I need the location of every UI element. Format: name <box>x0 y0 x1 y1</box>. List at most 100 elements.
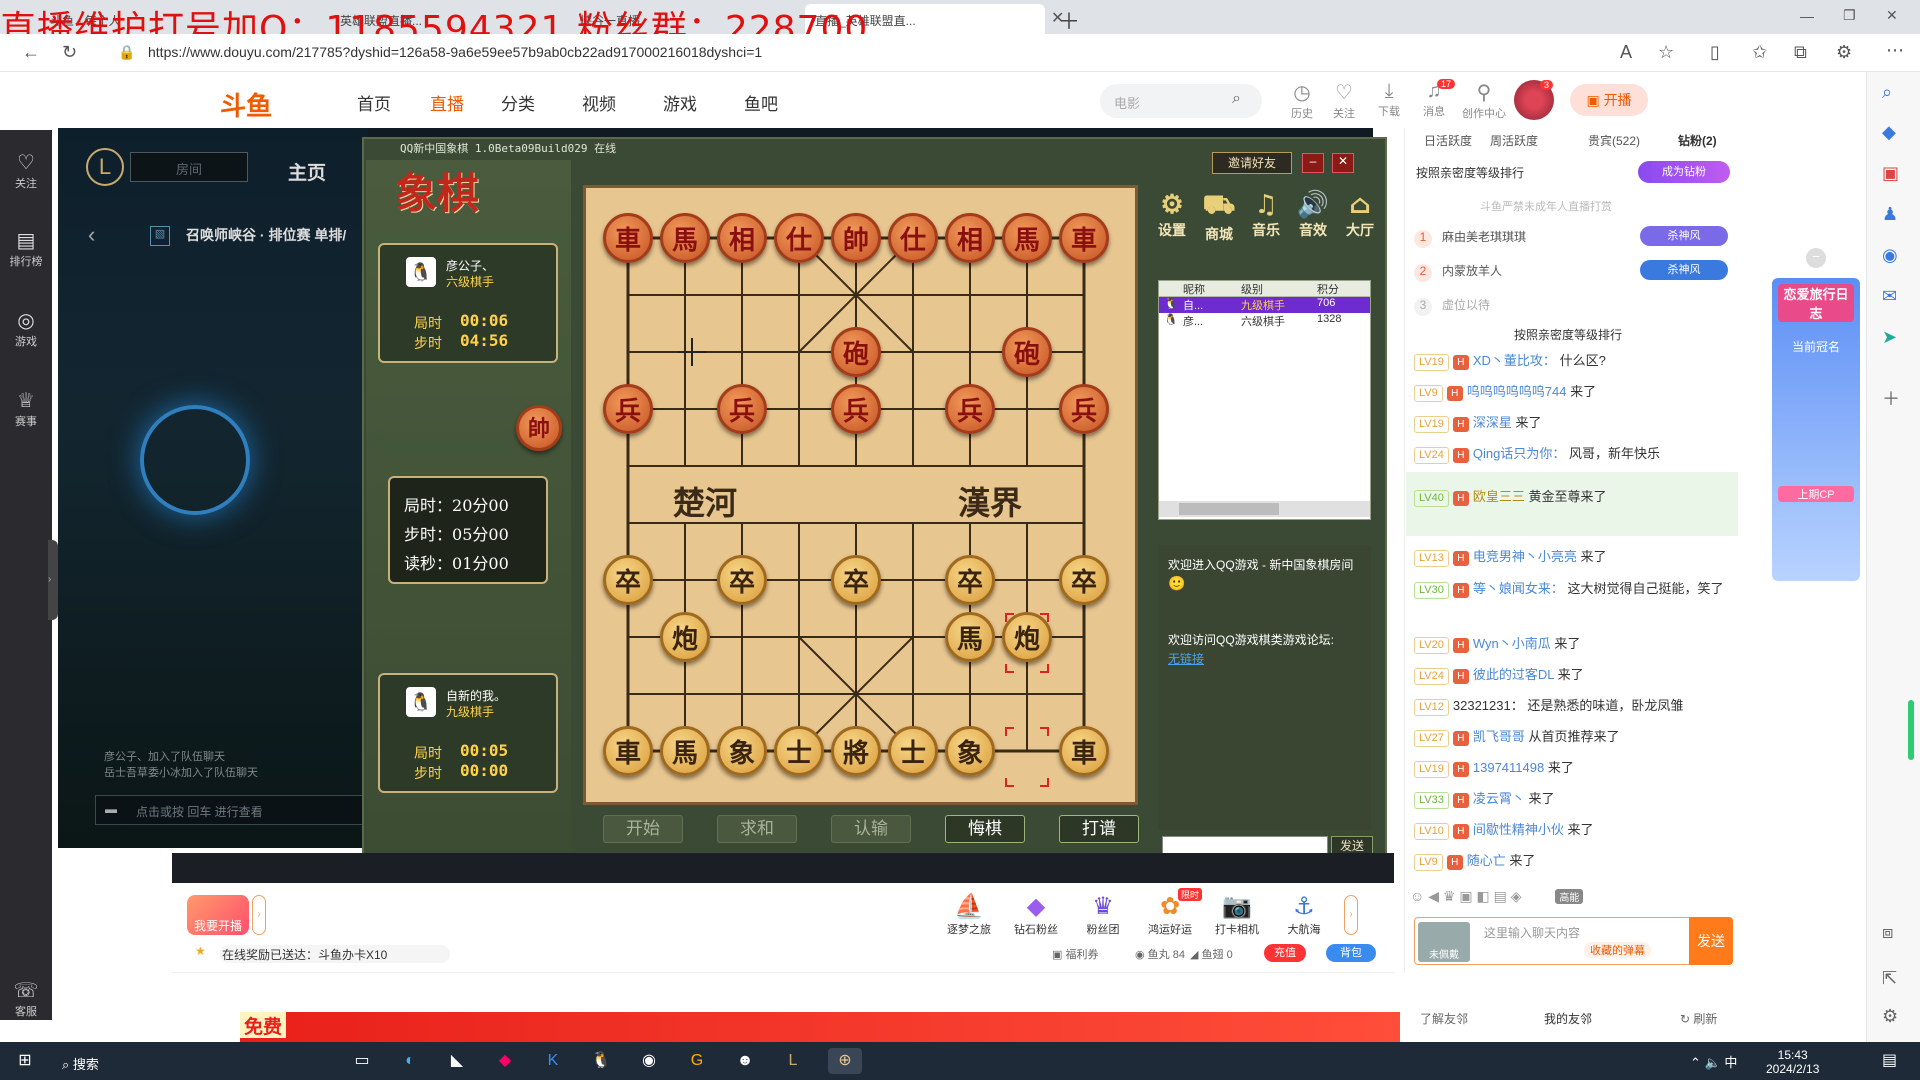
become-diamond-button[interactable]: 成为钻粉 <box>1638 161 1730 183</box>
kugou-icon[interactable]: K <box>536 1048 570 1074</box>
gift-item[interactable]: ⚓ 大航海 <box>1275 892 1333 937</box>
app-icon[interactable]: G <box>680 1048 714 1074</box>
sidebar-item-follow[interactable]: ♡ 关注 <box>0 150 52 191</box>
nav-category[interactable]: 分类 <box>501 90 535 115</box>
more-icon[interactable]: ⋯ <box>1886 40 1904 61</box>
my-friends-tab[interactable]: 我的友邻 <box>1544 1010 1592 1027</box>
sidebar-item-service[interactable]: ☏ 客服 <box>0 978 52 1019</box>
task-view-icon[interactable]: ▭ <box>345 1048 379 1074</box>
draw-button[interactable]: 求和 <box>717 815 797 843</box>
download-button[interactable]: ⤓ 下载 <box>1372 80 1406 119</box>
hd-button[interactable]: 高能 <box>1555 889 1584 904</box>
red-pawn[interactable]: 兵 <box>831 384 881 434</box>
edge-icon[interactable]: ◐ <box>393 1048 427 1074</box>
settings-icon[interactable]: ⚙ <box>1882 1006 1898 1027</box>
backpack-button[interactable]: 背包 <box>1326 944 1376 962</box>
taskbar-search[interactable]: ⌕ 搜索 <box>50 1048 330 1076</box>
black-horse-moved[interactable]: 馬 <box>945 612 995 662</box>
promo-banner[interactable] <box>240 1012 1400 1042</box>
lol-home-tab[interactable]: 主页 <box>288 158 326 185</box>
red-advisor[interactable]: 仕 <box>888 213 938 263</box>
chat-send-button[interactable]: 发送 <box>1689 917 1733 965</box>
add-icon[interactable]: ＋ <box>1882 385 1900 411</box>
tab-daily[interactable]: 日活跃度 <box>1424 132 1472 149</box>
split-screen-icon[interactable]: ▯ <box>1710 42 1720 63</box>
red-horse[interactable]: 馬 <box>660 213 710 263</box>
screenshot-icon[interactable]: ⧈ <box>1882 922 1893 943</box>
read-aloud-icon[interactable]: A <box>1620 42 1632 63</box>
red-elephant[interactable]: 相 <box>945 213 995 263</box>
sidebar-item-rank[interactable]: ▤ 排行榜 <box>0 228 52 269</box>
app-icon[interactable]: ◉ <box>632 1048 666 1074</box>
expand-chevron-icon[interactable]: › <box>252 895 266 935</box>
collections-icon[interactable]: ⧉ <box>1794 42 1807 63</box>
red-chariot[interactable]: 車 <box>1059 213 1109 263</box>
black-elephant[interactable]: 象 <box>717 726 767 776</box>
black-pawn[interactable]: 卒 <box>831 555 881 605</box>
history-button[interactable]: ◷ 历史 <box>1285 80 1319 121</box>
red-cannon[interactable]: 砲 <box>1002 327 1052 377</box>
saved-barrage-button[interactable]: 收藏的弹幕 <box>1584 942 1651 958</box>
black-pawn[interactable]: 卒 <box>717 555 767 605</box>
creator-center-button[interactable]: ⚲ 创作中心 <box>1462 80 1506 121</box>
black-pawn[interactable]: 卒 <box>1059 555 1109 605</box>
favorites-icon[interactable]: ✩ <box>1752 42 1767 63</box>
sound-tool[interactable]: 🔊 音效 <box>1291 190 1335 240</box>
barrage-icon[interactable]: ▤ <box>1494 888 1507 904</box>
sidebar-collapse-handle[interactable]: › <box>48 540 58 620</box>
gift-item[interactable]: ♛ 粉丝团 <box>1074 892 1132 937</box>
scrollbar-thumb[interactable] <box>1179 503 1279 515</box>
games-icon[interactable]: ♟ <box>1882 204 1898 225</box>
app-icon[interactable]: ◆ <box>488 1048 522 1074</box>
minimize-icon[interactable]: – <box>1302 153 1324 173</box>
outlook-icon[interactable]: ✉ <box>1882 286 1897 307</box>
black-advisor[interactable]: 士 <box>774 726 824 776</box>
rank-row[interactable]: 2 内蒙放羊人 <box>1414 262 1502 282</box>
black-chariot[interactable]: 車 <box>603 726 653 776</box>
gift-item[interactable]: 📷 打卡相机 <box>1208 892 1266 937</box>
sidebar-item-esports[interactable]: ♕ 赛事 <box>0 388 52 429</box>
back-icon[interactable]: ← <box>22 42 40 63</box>
table-row[interactable]: 🐧 彦... 六级棋手 1328 <box>1159 313 1370 329</box>
start-button[interactable]: 开始 <box>603 815 683 843</box>
red-general[interactable]: 帥 <box>831 213 881 263</box>
chat-input[interactable]: 这里输入聊天内容 <box>1484 924 1580 941</box>
reload-icon[interactable]: ↻ <box>62 42 77 63</box>
side-ad-banner[interactable] <box>1772 278 1860 581</box>
black-advisor[interactable]: 士 <box>888 726 938 776</box>
tab-diamond[interactable]: 钻粉(2) <box>1678 132 1717 149</box>
shop-tool[interactable]: ⛟ 商城 <box>1197 190 1241 244</box>
send-icon[interactable]: ➤ <box>1882 327 1897 348</box>
shield-icon[interactable]: ◈ <box>1511 888 1522 904</box>
red-cannon[interactable]: 砲 <box>831 327 881 377</box>
nav-game[interactable]: 游戏 <box>663 90 697 115</box>
red-pawn[interactable]: 兵 <box>945 384 995 434</box>
table-row[interactable]: 🐧 自... 九级棋手 706 <box>1159 297 1370 313</box>
black-cannon[interactable]: 炮 <box>1002 612 1052 662</box>
badge-icon[interactable]: ▣ <box>1459 888 1472 904</box>
minimize-icon[interactable]: — <box>1800 8 1814 24</box>
window-close-icon[interactable]: ✕ <box>1886 7 1898 24</box>
black-pawn[interactable]: 卒 <box>603 555 653 605</box>
copilot-icon[interactable]: ◉ <box>1882 245 1898 266</box>
welfare-link[interactable]: ▣ 福利券 <box>1052 946 1098 962</box>
url-text[interactable]: https://www.douyu.com/217785?dyshid=126a… <box>148 44 762 60</box>
fan-badge-button[interactable]: 未佩戴 <box>1418 922 1470 962</box>
friends-learn-link[interactable]: 了解友邻 <box>1420 1010 1468 1027</box>
follow-button[interactable]: ♡ 关注 <box>1327 80 1361 121</box>
fan-icon[interactable]: ◧ <box>1476 888 1489 904</box>
start-live-promo-button[interactable]: 我要开播 <box>187 895 249 935</box>
plus-icon[interactable]: ＋ <box>1058 4 1080 36</box>
tray-icons[interactable]: ⌃ 🔈 中 <box>1690 1052 1737 1071</box>
music-tool[interactable]: ♫ 音乐 <box>1244 190 1288 240</box>
app-icon[interactable]: ☻ <box>728 1048 762 1074</box>
black-general[interactable]: 將 <box>831 726 881 776</box>
nav-home[interactable]: 首页 <box>357 90 391 115</box>
lol-icon[interactable]: L <box>776 1048 810 1074</box>
nav-yuba[interactable]: 鱼吧 <box>744 90 778 115</box>
app-icon[interactable]: ◣ <box>440 1048 474 1074</box>
black-cannon[interactable]: 炮 <box>660 612 710 662</box>
record-button[interactable]: 打谱 <box>1059 815 1139 843</box>
red-pawn[interactable]: 兵 <box>603 384 653 434</box>
close-icon[interactable]: ✕ <box>1332 153 1354 173</box>
